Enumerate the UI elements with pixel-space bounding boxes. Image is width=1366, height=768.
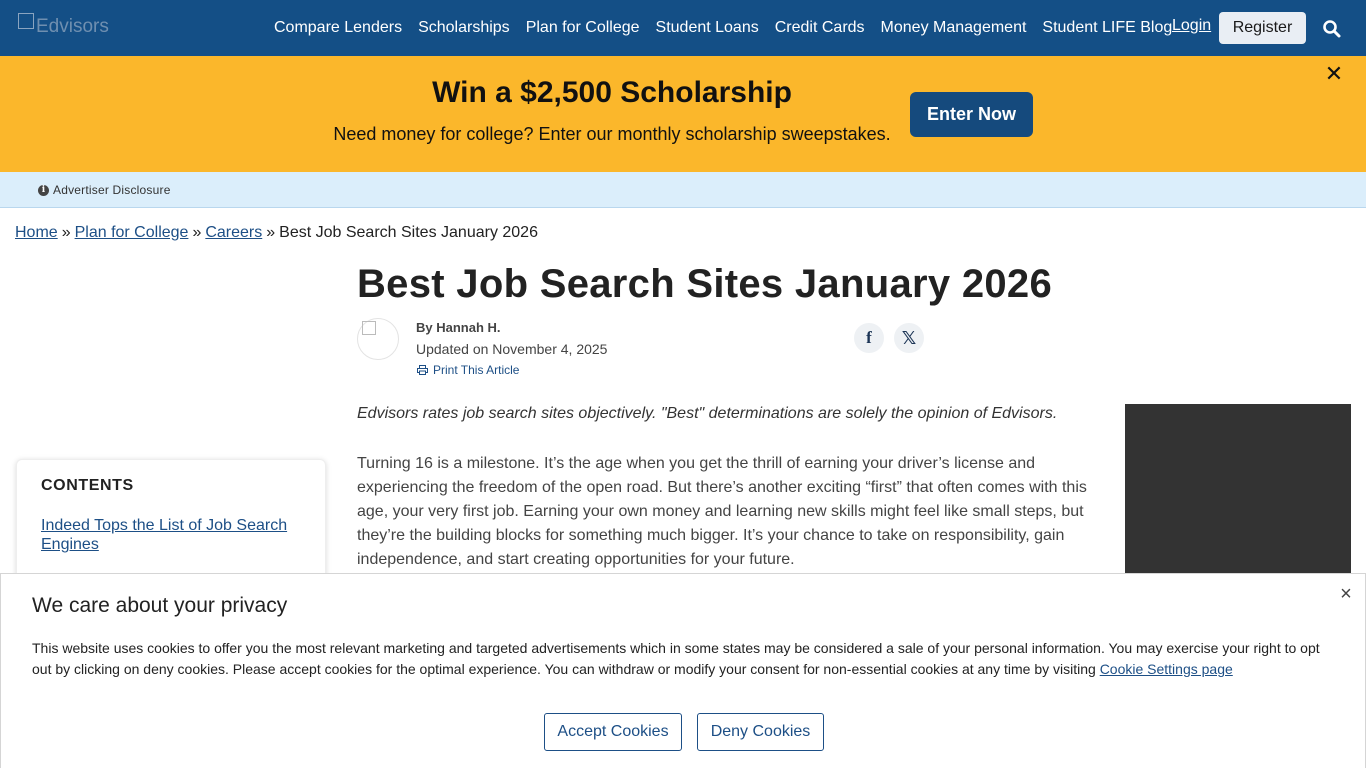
promo-title: Win a $2,500 Scholarship	[432, 76, 792, 109]
print-label: Print This Article	[433, 363, 520, 377]
disclosure-label: Advertiser Disclosure	[53, 183, 171, 197]
breadcrumb: Home» Plan for College» Careers» Best Job S…	[15, 224, 538, 242]
close-icon[interactable]: ✕	[1324, 63, 1344, 85]
x-share-icon[interactable]: 𝕏	[894, 323, 924, 353]
deny-cookies-button[interactable]: Deny Cookies	[697, 713, 824, 751]
breadcrumb-home[interactable]: Home	[15, 224, 58, 241]
breadcrumb-current: Best Job Search Sites January 2026	[279, 224, 538, 241]
breadcrumb-separator: »	[266, 224, 276, 241]
toc-item[interactable]: Indeed Tops the List of Job Search Engin…	[41, 516, 311, 554]
breadcrumb-separator: »	[192, 224, 202, 241]
author-avatar	[357, 318, 399, 360]
nav-student-life-blog[interactable]: Student LIFE Blog	[1042, 19, 1172, 37]
register-button[interactable]: Register	[1219, 12, 1306, 44]
scholarship-promo-banner: Win a $2,500 Scholarship Need money for …	[0, 56, 1366, 172]
printer-icon	[417, 365, 428, 375]
nav-student-loans[interactable]: Student Loans	[656, 19, 759, 37]
cookie-dialog-text: This website uses cookies to offer you t…	[32, 638, 1342, 680]
advertiser-disclosure-bar: i Advertiser Disclosure	[0, 172, 1366, 208]
cookie-consent-dialog: We care about your privacy × This websit…	[0, 573, 1366, 768]
edvisors-logo[interactable]: Edvisors	[18, 10, 138, 44]
close-icon[interactable]: ×	[1336, 584, 1356, 604]
logo-alt-text: Edvisors	[36, 16, 109, 37]
nav-credit-cards[interactable]: Credit Cards	[775, 19, 865, 37]
broken-image-icon	[362, 321, 376, 335]
main-nav: Compare Lenders Scholarships Plan for Co…	[274, 0, 1188, 56]
breadcrumb-separator: »	[61, 224, 71, 241]
nav-plan-for-college[interactable]: Plan for College	[526, 19, 640, 37]
rating-disclaimer: Edvisors rates job search sites objectiv…	[357, 405, 1058, 422]
enter-now-button[interactable]: Enter Now	[910, 92, 1033, 137]
print-article-link[interactable]: Print This Article	[417, 363, 519, 377]
cookie-settings-link[interactable]: Cookie Settings page	[1100, 661, 1233, 677]
info-icon: i	[38, 184, 49, 196]
nav-compare-lenders[interactable]: Compare Lenders	[274, 19, 402, 37]
broken-image-icon	[18, 13, 34, 29]
login-link[interactable]: Login	[1172, 17, 1211, 35]
promo-subtitle: Need money for college? Enter our monthl…	[333, 124, 891, 144]
updated-date: Updated on November 4, 2025	[416, 341, 608, 357]
cookie-dialog-title: We care about your privacy	[32, 594, 288, 617]
search-icon[interactable]	[1322, 19, 1342, 39]
advertiser-disclosure-link[interactable]: i Advertiser Disclosure	[38, 183, 171, 197]
article-intro-paragraph: Turning 16 is a milestone. It’s the age …	[357, 455, 1087, 568]
breadcrumb-careers[interactable]: Careers	[205, 224, 262, 241]
accept-cookies-button[interactable]: Accept Cookies	[544, 713, 682, 751]
nav-scholarships[interactable]: Scholarships	[418, 19, 510, 37]
toc-title: CONTENTS	[41, 477, 134, 494]
author-byline[interactable]: By Hannah H.	[416, 320, 501, 335]
nav-money-management[interactable]: Money Management	[881, 19, 1027, 37]
breadcrumb-plan-for-college[interactable]: Plan for College	[75, 224, 189, 241]
facebook-share-icon[interactable]: f	[854, 323, 884, 353]
site-header: Edvisors Compare Lenders Scholarships Pl…	[0, 0, 1366, 56]
page-title: Best Job Search Sites January 2026	[357, 262, 1053, 306]
